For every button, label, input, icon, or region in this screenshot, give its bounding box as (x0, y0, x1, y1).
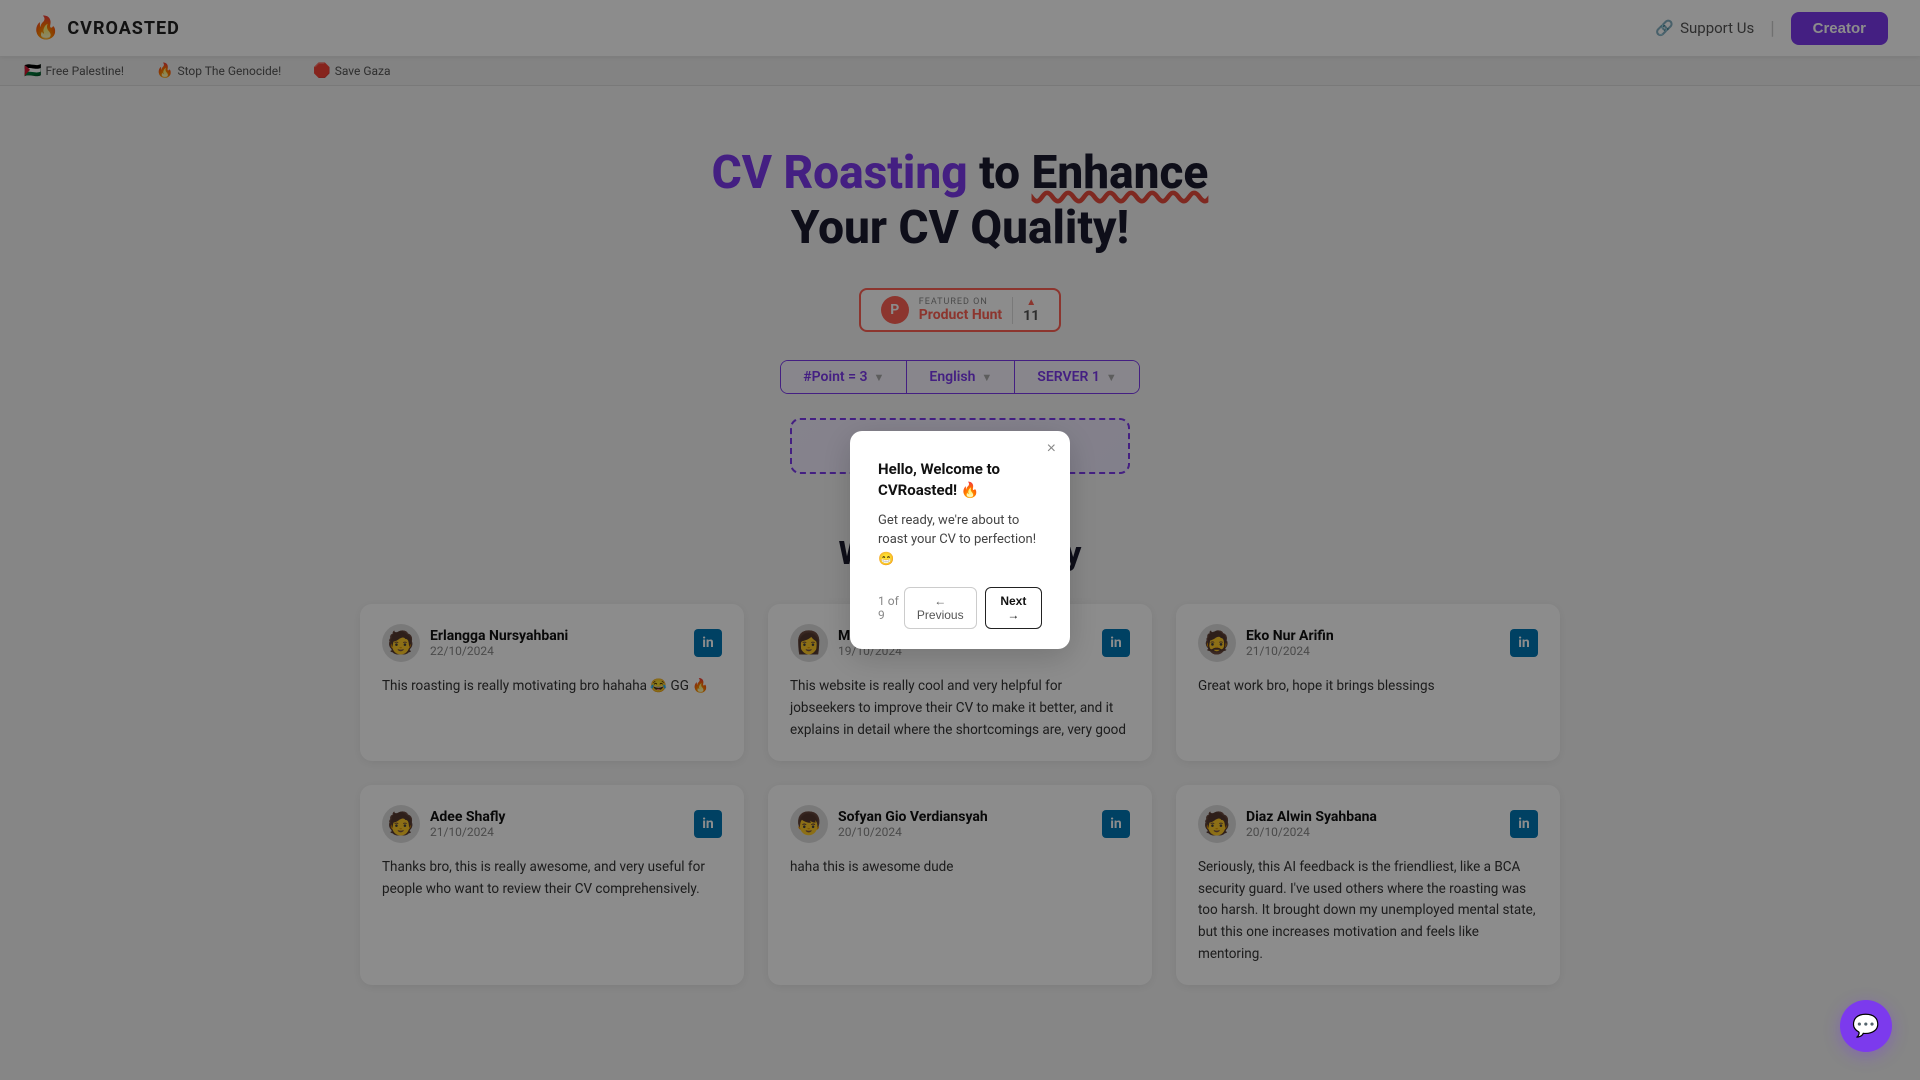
dialog-close-button[interactable]: × (1047, 441, 1056, 457)
dialog-prev-button[interactable]: ← Previous (904, 587, 977, 629)
chat-widget[interactable]: 💬 (1840, 1000, 1892, 1052)
modal-overlay[interactable]: × Hello, Welcome to CVRoasted! 🔥 Get rea… (0, 0, 1920, 1080)
dialog-footer: 1 of 9 ← Previous Next → (878, 587, 1042, 629)
dialog-actions: ← Previous Next → (904, 587, 1042, 629)
dialog-title: Hello, Welcome to CVRoasted! 🔥 (878, 459, 1042, 501)
chat-icon: 💬 (1852, 1014, 1879, 1039)
welcome-dialog: × Hello, Welcome to CVRoasted! 🔥 Get rea… (850, 431, 1070, 650)
dialog-next-button[interactable]: Next → (985, 587, 1042, 629)
dialog-counter: 1 of 9 (878, 594, 904, 622)
dialog-body: Get ready, we're about to roast your CV … (878, 511, 1042, 570)
